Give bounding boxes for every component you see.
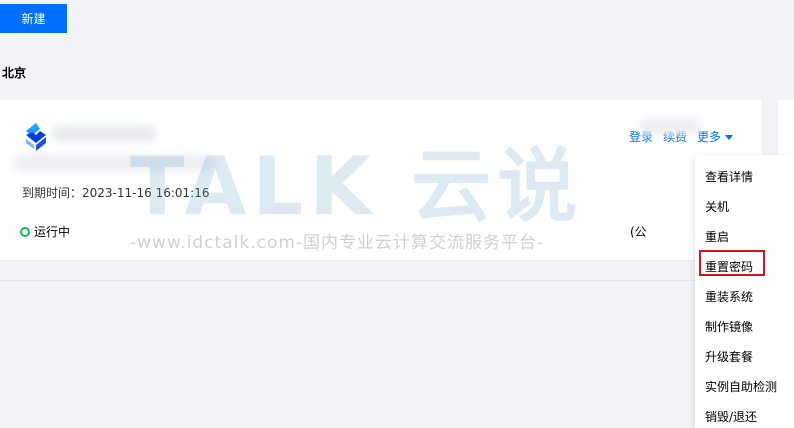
menu-item-reinstall-system[interactable]: 重装系统 — [695, 281, 794, 311]
divider — [0, 280, 794, 281]
region-title: 北京 — [2, 66, 27, 80]
instance-name-redacted — [52, 126, 156, 142]
instance-id-redacted — [14, 155, 214, 171]
menu-item-self-check[interactable]: 实例自助检测 — [695, 371, 794, 401]
menu-item-destroy-return[interactable]: 销毁/退还 — [695, 401, 794, 428]
more-dropdown[interactable]: 更多 — [697, 128, 734, 145]
reset-password-highlight — [699, 250, 765, 276]
new-button[interactable]: 新建 — [0, 4, 67, 33]
expire-time: 到期时间：2023-11-16 16:01:16 — [22, 186, 210, 200]
status-badge: 运行中 — [20, 223, 70, 240]
public-ip-label: (公 — [630, 225, 647, 239]
caret-down-icon — [725, 135, 734, 140]
product-logo-icon — [26, 123, 46, 151]
menu-item-upgrade-plan[interactable]: 升级套餐 — [695, 341, 794, 371]
menu-item-shutdown[interactable]: 关机 — [695, 191, 794, 221]
menu-item-view-details[interactable]: 查看详情 — [695, 161, 794, 191]
menu-item-create-image[interactable]: 制作镜像 — [695, 311, 794, 341]
public-ip-redacted — [640, 118, 700, 134]
menu-item-restart[interactable]: 重启 — [695, 221, 794, 251]
status-running-icon — [20, 226, 30, 237]
more-menu: 查看详情 关机 重启 重置密码 重装系统 制作镜像 升级套餐 实例自助检测 销毁… — [695, 155, 794, 428]
